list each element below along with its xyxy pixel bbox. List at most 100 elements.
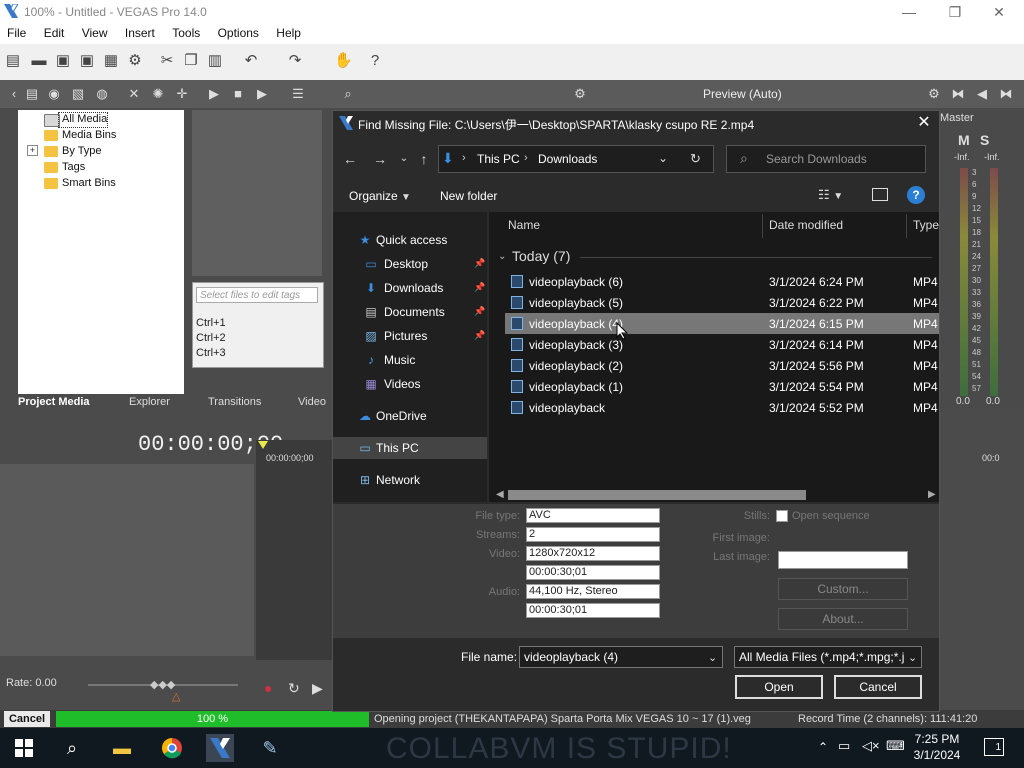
file-explorer-icon[interactable]: ▬ <box>108 734 136 762</box>
new-project-icon[interactable]: ▤ <box>4 52 22 70</box>
help-icon[interactable]: ? <box>907 186 925 204</box>
column-divider[interactable] <box>762 214 763 238</box>
scroll-right-icon[interactable]: ▶ <box>928 489 936 500</box>
menu-insert[interactable]: Insert <box>118 24 162 42</box>
custom-button[interactable]: Custom... <box>778 578 908 600</box>
keyboard-icon[interactable]: ⌨ <box>886 738 905 754</box>
tab-explorer[interactable]: Explorer <box>129 396 170 408</box>
downmix-icon[interactable]: ⧓ <box>998 86 1014 102</box>
auto-preview-play-icon[interactable]: ▶ <box>254 86 270 102</box>
back-arrow-icon[interactable]: ← <box>340 150 360 168</box>
capture-icon[interactable]: ◉ <box>46 86 62 102</box>
cancel-load-button[interactable]: Cancel <box>4 711 50 727</box>
search-icon[interactable]: ⌕ <box>340 86 356 102</box>
nav-item-desktop[interactable]: Desktop <box>384 254 428 274</box>
tab-project-media[interactable]: Project Media <box>18 396 90 408</box>
tree-item-smart-bins[interactable]: Smart Bins <box>62 175 116 191</box>
tree-item-tags[interactable]: Tags <box>62 159 85 175</box>
stop-icon[interactable]: ■ <box>230 86 246 102</box>
copy-icon[interactable]: ❐ <box>182 52 200 70</box>
nav-item-videos[interactable]: Videos <box>384 374 420 394</box>
address-dropdown-icon[interactable]: ⌄ <box>658 151 668 165</box>
minimize-button[interactable]: — <box>886 0 932 24</box>
paint-icon[interactable]: ✎ <box>256 734 284 762</box>
tags-input[interactable]: Select files to edit tags <box>196 287 318 303</box>
edit-tool-icon[interactable]: ✋ <box>334 52 353 70</box>
speaker-icon[interactable]: ◀ <box>974 86 990 102</box>
cancel-button[interactable]: Cancel <box>834 675 922 699</box>
new-folder-button[interactable]: New folder <box>440 189 497 203</box>
chevron-up-icon[interactable]: ⌃ <box>818 740 828 754</box>
vegas-taskbar-icon[interactable] <box>206 734 234 762</box>
file-name-input[interactable]: videoplayback (4) <box>519 646 723 668</box>
preview-pane-icon[interactable] <box>872 188 888 201</box>
group-header[interactable]: Today (7) <box>512 248 570 264</box>
mute-button[interactable]: M <box>958 132 970 148</box>
column-type[interactable]: Type <box>913 218 939 232</box>
change-view-icon[interactable]: ☷ ▼ <box>818 187 843 203</box>
up-arrow-icon[interactable]: ↑ <box>414 150 434 168</box>
horizontal-scrollbar[interactable] <box>508 490 806 500</box>
forward-arrow-icon[interactable]: → <box>370 150 390 168</box>
about-button[interactable]: About... <box>778 608 908 630</box>
preview-quality[interactable]: Preview (Auto) <box>703 87 782 101</box>
chevron-down-icon[interactable]: ⌄ <box>908 651 917 664</box>
chevron-down-icon[interactable]: ⌄ <box>708 651 717 664</box>
maximize-button[interactable]: ❐ <box>932 0 978 24</box>
open-folder-icon[interactable]: ▬ <box>30 52 48 70</box>
tree-item-all-media[interactable]: All Media <box>62 111 107 127</box>
nav-item-this-pc[interactable]: This PC <box>376 438 419 458</box>
preview-settings-gear-icon[interactable]: ⚙ <box>572 86 588 102</box>
tab-transitions[interactable]: Transitions <box>208 396 261 408</box>
last-image-input[interactable] <box>778 551 908 569</box>
organize-button[interactable]: Organize ▼ <box>349 189 411 203</box>
breadcrumb-this-pc[interactable]: This PC <box>477 152 520 166</box>
master-settings-gear-icon[interactable]: ⚙ <box>926 86 942 102</box>
web-icon[interactable]: ◍ <box>94 86 110 102</box>
views-icon[interactable]: ☰ <box>290 86 306 102</box>
notification-icon[interactable]: 1 <box>984 738 1004 756</box>
expand-icon[interactable]: + <box>27 145 38 156</box>
auto-preview-icon[interactable]: ✛ <box>174 86 190 102</box>
playhead-marker-icon[interactable] <box>258 441 268 449</box>
breadcrumb-downloads[interactable]: Downloads <box>538 152 597 166</box>
play-icon[interactable]: ▶ <box>206 86 222 102</box>
windows-start-icon[interactable] <box>10 734 38 762</box>
mute-icon[interactable]: ⧓ <box>950 86 966 102</box>
taskbar-clock[interactable]: 7:25 PM 3/1/2024 <box>906 731 968 763</box>
render-icon[interactable]: ▦ <box>102 52 120 70</box>
menu-help[interactable]: Help <box>269 24 308 42</box>
solo-button[interactable]: S <box>980 132 989 148</box>
pin-icon[interactable]: 📌 <box>474 306 485 317</box>
nav-item-music[interactable]: Music <box>384 350 415 370</box>
redo-icon[interactable]: ↷ <box>286 52 304 70</box>
nav-item-documents[interactable]: Documents <box>384 302 445 322</box>
get-media-icon[interactable]: ▧ <box>70 86 86 102</box>
save-icon[interactable]: ▣ <box>54 52 72 70</box>
paste-icon[interactable]: ▥ <box>206 52 224 70</box>
nav-item-quick-access[interactable]: Quick access <box>376 230 447 250</box>
nav-item-network[interactable]: Network <box>376 470 420 490</box>
menu-options[interactable]: Options <box>211 24 266 42</box>
column-date-modified[interactable]: Date modified <box>769 218 843 232</box>
whats-this-help-icon[interactable]: ? <box>366 52 384 70</box>
volume-muted-icon[interactable]: ◁× <box>862 738 880 754</box>
cut-icon[interactable]: ✂ <box>158 52 176 70</box>
properties-gear-icon[interactable]: ⚙ <box>126 52 144 70</box>
dialog-close-button[interactable]: ✕ <box>912 112 936 134</box>
remove-icon[interactable]: ✕ <box>126 86 142 102</box>
save-as-icon[interactable]: ▣ <box>78 52 96 70</box>
menu-view[interactable]: View <box>75 24 115 42</box>
chrome-icon[interactable] <box>158 734 186 762</box>
pin-icon[interactable]: 📌 <box>474 282 485 293</box>
open-button[interactable]: Open <box>735 675 823 699</box>
collapse-group-icon[interactable]: ⌄ <box>498 251 506 262</box>
nav-item-pictures[interactable]: Pictures <box>384 326 427 346</box>
undo-icon[interactable]: ↶ <box>242 52 260 70</box>
close-window-button[interactable]: ✕ <box>976 0 1022 24</box>
recent-locations-chevron-icon[interactable]: ⌄ <box>394 150 414 168</box>
open-sequence-checkbox[interactable] <box>776 510 788 522</box>
tree-item-media-bins[interactable]: Media Bins <box>62 127 116 143</box>
column-divider[interactable] <box>906 214 907 238</box>
tree-item-by-type[interactable]: By Type <box>62 143 102 159</box>
